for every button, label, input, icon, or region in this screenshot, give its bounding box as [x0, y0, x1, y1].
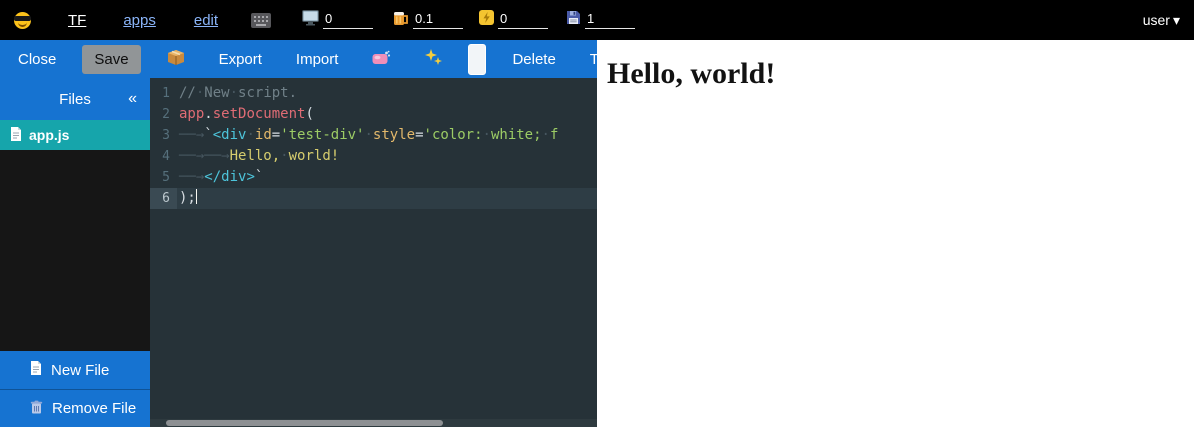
file-icon	[10, 127, 22, 144]
preview-heading: Hello, world!	[607, 57, 1194, 91]
code-line-1[interactable]: 1//·New·script.	[150, 83, 597, 104]
stat-monitor	[302, 10, 373, 31]
file-item-appjs[interactable]: app.js	[0, 120, 150, 150]
file-item-label: app.js	[29, 127, 69, 143]
editor-app: Close Save Export Import Delete Trace Fi…	[0, 40, 597, 427]
beer-icon	[393, 10, 409, 31]
monitor-stat-input[interactable]	[323, 11, 373, 29]
floppy-stat-input[interactable]	[585, 11, 635, 29]
code-line-2[interactable]: 2app.setDocument(	[150, 104, 597, 125]
keyboard-icon[interactable]	[251, 13, 271, 28]
stat-beer	[393, 10, 463, 31]
editor-hscrollbar-track	[150, 419, 597, 427]
line-number: 2	[150, 104, 177, 125]
energy-stat-input[interactable]	[498, 11, 548, 29]
files-title: Files	[59, 91, 91, 108]
line-number: 5	[150, 167, 177, 188]
new-file-button[interactable]: New File	[0, 351, 150, 389]
user-menu[interactable]: user▾	[1143, 12, 1180, 29]
user-menu-label: user	[1143, 12, 1170, 28]
apps-link[interactable]: apps	[123, 12, 156, 29]
close-button[interactable]: Close	[10, 46, 64, 73]
remove-file-button[interactable]: Remove File	[0, 389, 150, 427]
new-file-icon	[30, 361, 42, 379]
files-header: Files «	[0, 78, 150, 120]
text-cursor	[196, 189, 198, 204]
line-number: 4	[150, 146, 177, 167]
code-line-6[interactable]: 6);	[150, 188, 597, 209]
package-button[interactable]	[159, 44, 193, 75]
new-file-label: New File	[51, 362, 109, 379]
line-number: 1	[150, 83, 177, 104]
import-button[interactable]: Import	[288, 46, 347, 73]
chevron-down-icon: ▾	[1173, 12, 1180, 29]
blank-icon-button[interactable]	[468, 44, 486, 75]
package-icon	[167, 49, 185, 70]
sparkles-button[interactable]	[417, 44, 450, 75]
app-window: TF apps edit user▾ Close	[0, 0, 1194, 427]
soap-button[interactable]	[364, 45, 399, 74]
soap-icon	[372, 50, 391, 69]
edit-link[interactable]: edit	[194, 12, 218, 29]
code-line-3[interactable]: 3──→`<div·id='test-div'·style='color:·wh…	[150, 125, 597, 146]
stat-floppy	[566, 10, 635, 30]
sidebar-spacer	[0, 150, 150, 351]
editor-hscrollbar-thumb[interactable]	[166, 420, 443, 426]
trash-icon	[30, 400, 43, 418]
collapse-sidebar-button[interactable]: «	[128, 90, 137, 108]
editor-main: Files « app.js New File Remove File	[0, 78, 597, 427]
stat-energy	[479, 10, 548, 30]
beer-stat-input[interactable]	[413, 11, 463, 29]
preview-pane: Hello, world!	[597, 40, 1194, 427]
monitor-icon	[302, 10, 319, 31]
code-line-5[interactable]: 5──→</div>`	[150, 167, 597, 188]
export-button[interactable]: Export	[211, 46, 270, 73]
line-number: 3	[150, 125, 177, 146]
code-editor[interactable]: 1//·New·script.2app.setDocument(3──→`<di…	[150, 78, 597, 427]
line-number: 6	[150, 188, 177, 209]
files-sidebar: Files « app.js New File Remove File	[0, 78, 150, 427]
topbar: TF apps edit user▾	[0, 0, 1194, 40]
sparkles-icon	[425, 49, 442, 70]
sunglasses-face-icon[interactable]	[14, 12, 31, 29]
brand-link[interactable]: TF	[68, 12, 86, 29]
save-button[interactable]: Save	[82, 45, 140, 74]
editor-toolbar: Close Save Export Import Delete Trace	[0, 40, 597, 78]
code-line-4[interactable]: 4──→──→Hello,·world!	[150, 146, 597, 167]
delete-button[interactable]: Delete	[504, 46, 563, 73]
energy-icon	[479, 10, 494, 30]
remove-file-label: Remove File	[52, 400, 136, 417]
code-lines: 1//·New·script.2app.setDocument(3──→`<di…	[150, 83, 597, 209]
workspace: Close Save Export Import Delete Trace Fi…	[0, 40, 1194, 427]
floppy-icon	[566, 10, 581, 30]
